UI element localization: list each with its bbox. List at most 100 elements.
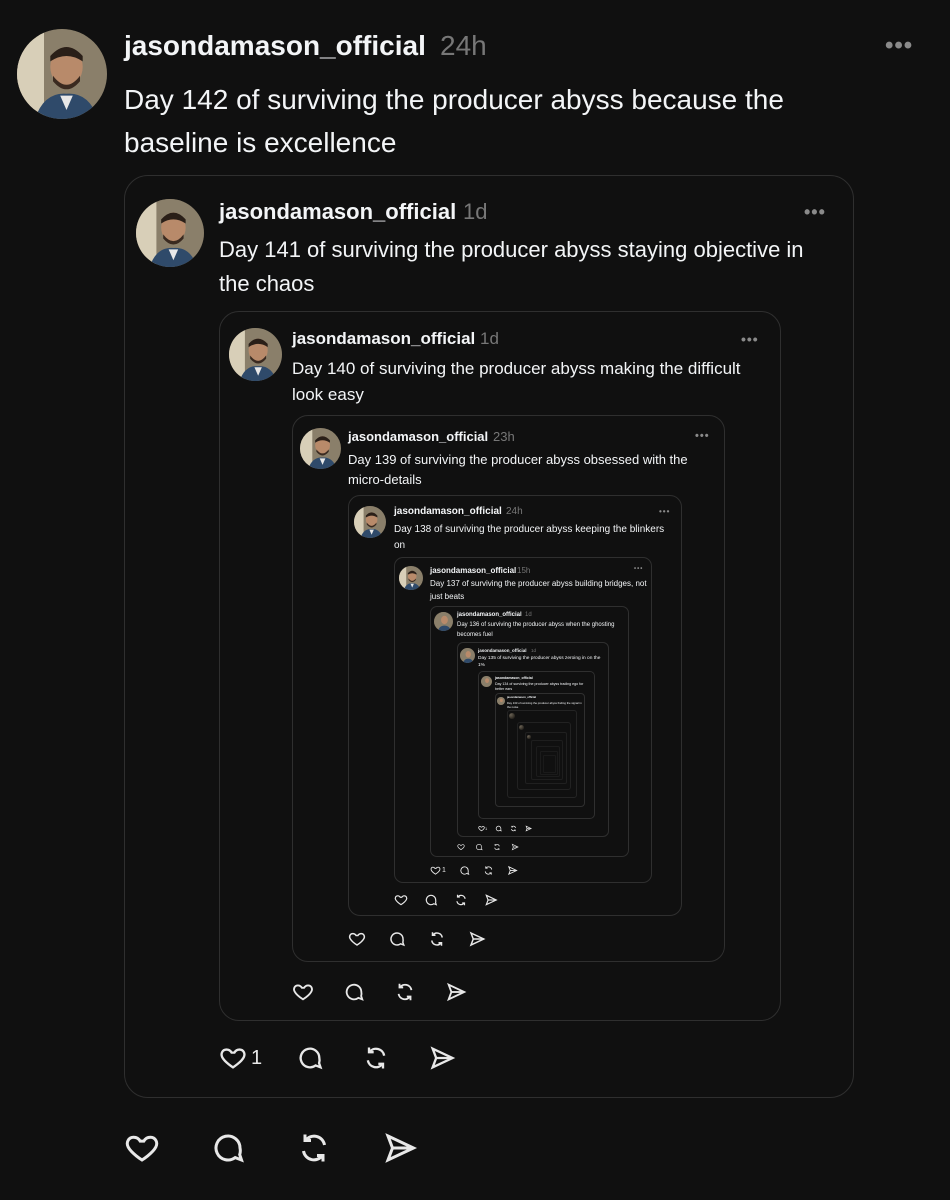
username[interactable]: jasondamason_official <box>348 429 488 444</box>
like-button[interactable]: 1 <box>430 865 446 876</box>
avatar[interactable] <box>527 735 531 739</box>
timestamp: 24h <box>440 30 487 61</box>
avatar[interactable] <box>399 566 423 590</box>
like-button[interactable] <box>348 930 366 948</box>
username[interactable]: jasondamason_official <box>495 676 533 680</box>
post-text: Day 137 of surviving the producer abyss … <box>430 579 647 601</box>
avatar[interactable] <box>460 648 475 663</box>
username[interactable]: jasondamason_official <box>478 648 527 653</box>
avatar[interactable] <box>17 29 107 119</box>
like-count: 1 <box>442 867 446 874</box>
like-button[interactable]: 1 <box>219 1044 262 1072</box>
post-text: Day 134 of surviving the producer abyss … <box>495 682 584 692</box>
comment-button[interactable] <box>388 930 406 948</box>
more-icon[interactable]: ••• <box>804 202 826 223</box>
repost-icon <box>431 932 443 946</box>
repost-icon <box>397 983 413 1001</box>
username[interactable]: jasondamason_official <box>124 30 426 62</box>
comment-icon <box>299 1047 323 1070</box>
share-button[interactable] <box>511 843 519 851</box>
avatar[interactable] <box>509 713 515 719</box>
comment-button[interactable] <box>459 865 470 876</box>
share-icon <box>430 1046 456 1070</box>
like-button[interactable]: 1 <box>478 825 487 832</box>
username[interactable]: jasondamason_official <box>507 696 536 699</box>
post-text: Day 139 of surviving the producer abyss … <box>348 452 688 487</box>
timestamp: 1d <box>463 199 488 224</box>
comment-icon <box>345 983 364 1001</box>
avatar[interactable] <box>229 328 282 381</box>
username[interactable]: jasondamason_official <box>292 329 475 349</box>
like-button[interactable] <box>292 981 314 1003</box>
comment-button[interactable] <box>475 843 483 851</box>
comment-icon <box>214 1134 244 1163</box>
comment-button[interactable] <box>210 1130 246 1166</box>
like-button[interactable] <box>394 893 408 907</box>
comment-icon <box>476 844 483 851</box>
share-button[interactable] <box>484 893 498 907</box>
username[interactable]: jasondamason_official <box>457 612 522 618</box>
post-text: Day 136 of surviving the producer abyss … <box>457 622 615 638</box>
heart-icon <box>125 1135 159 1162</box>
share-button[interactable] <box>525 825 533 832</box>
comment-button[interactable] <box>343 981 365 1003</box>
share-button[interactable] <box>507 865 518 876</box>
more-icon[interactable]: ••• <box>659 507 670 516</box>
share-icon <box>469 931 486 947</box>
share-button[interactable] <box>382 1130 418 1166</box>
action-bar <box>457 843 519 851</box>
repost-icon <box>511 825 517 832</box>
more-icon[interactable]: ••• <box>634 566 643 572</box>
timestamp: 1d <box>531 648 537 653</box>
avatar[interactable] <box>136 199 204 267</box>
action-bar: 1 <box>219 1044 456 1072</box>
action-bar: 1 <box>430 865 518 876</box>
username[interactable]: jasondamason_official <box>394 506 502 517</box>
post-text: Day 142 of surviving the producer abyss … <box>124 84 784 158</box>
share-button[interactable] <box>445 981 467 1003</box>
avatar[interactable] <box>300 428 341 469</box>
thread-screen: jasondamason_official 24h ••• Day 142 of… <box>0 0 950 1200</box>
repost-button[interactable] <box>454 893 468 907</box>
avatar[interactable] <box>481 676 492 687</box>
quoted-post[interactable] <box>543 755 556 773</box>
comment-button[interactable] <box>296 1044 324 1072</box>
share-icon <box>525 825 533 832</box>
repost-button[interactable] <box>296 1130 332 1166</box>
comment-button[interactable] <box>495 825 502 832</box>
comment-icon <box>496 825 502 832</box>
comment-icon <box>425 894 438 906</box>
like-button[interactable] <box>457 843 465 851</box>
repost-button[interactable] <box>428 930 446 948</box>
action-bar <box>348 930 486 948</box>
repost-button[interactable] <box>510 825 517 832</box>
post-text: Day 135 of surviving the producer abyss … <box>478 656 601 668</box>
comment-icon <box>460 866 470 875</box>
avatar[interactable] <box>497 697 505 705</box>
repost-icon <box>484 866 493 875</box>
comment-button[interactable] <box>424 893 438 907</box>
repost-button[interactable] <box>483 865 494 876</box>
more-icon[interactable]: ••• <box>695 430 710 442</box>
repost-icon <box>456 894 466 906</box>
more-icon[interactable]: ••• <box>741 331 759 347</box>
timestamp: 23h <box>493 429 515 444</box>
username[interactable]: jasondamason_official <box>219 199 456 225</box>
username[interactable]: jasondamason_official <box>430 566 516 575</box>
timestamp: 1d <box>480 329 499 348</box>
repost-button[interactable] <box>362 1044 390 1072</box>
post-text: Day 138 of surviving the producer abyss … <box>394 524 665 551</box>
like-button[interactable] <box>124 1130 160 1166</box>
share-button[interactable] <box>468 930 486 948</box>
share-icon <box>485 894 498 906</box>
avatar[interactable] <box>519 725 524 730</box>
share-button[interactable] <box>428 1044 456 1072</box>
avatar[interactable] <box>434 612 453 631</box>
timestamp: 1d <box>525 612 532 618</box>
more-icon[interactable]: ••• <box>885 32 913 60</box>
repost-button[interactable] <box>493 843 501 851</box>
action-bar <box>292 981 467 1003</box>
like-count: 1 <box>485 826 488 831</box>
repost-button[interactable] <box>394 981 416 1003</box>
avatar[interactable] <box>354 506 386 538</box>
